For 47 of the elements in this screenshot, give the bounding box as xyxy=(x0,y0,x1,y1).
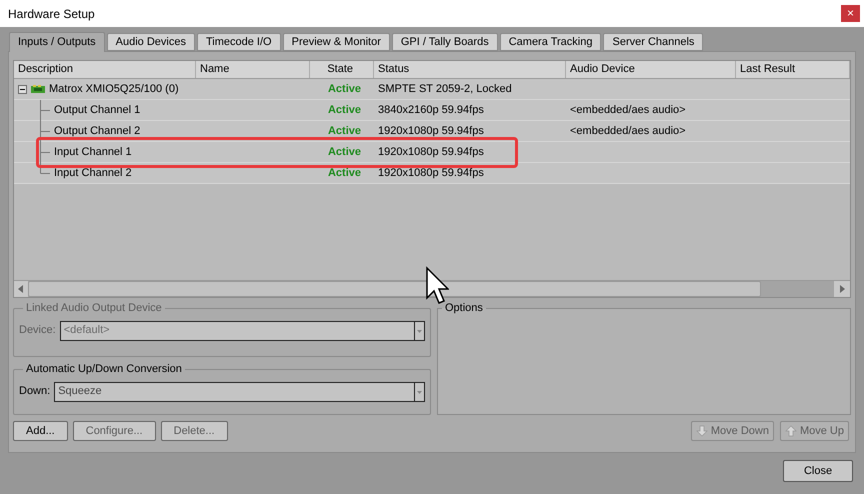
state-text: Active xyxy=(328,82,361,97)
column-header[interactable]: Last Result xyxy=(736,61,850,78)
dropdown-value: Squeeze xyxy=(58,384,103,400)
state-text: Active xyxy=(328,166,361,181)
tab[interactable]: Audio Devices xyxy=(106,33,195,51)
audio-device-text: <embedded/aes audio> xyxy=(570,102,686,118)
channel-name: Input Channel 1 xyxy=(54,144,132,160)
field-label: Device: xyxy=(19,323,56,338)
state-text: Active xyxy=(328,144,361,160)
column-header[interactable]: Audio Device xyxy=(566,61,736,78)
action-button[interactable]: Add... xyxy=(13,421,68,441)
window-title: Hardware Setup xyxy=(8,6,95,22)
tab[interactable]: Preview & Monitor xyxy=(282,33,390,51)
close-dialog-button[interactable]: Close xyxy=(783,460,853,482)
status-text: SMPTE ST 2059-2, Locked xyxy=(378,82,512,97)
tab[interactable]: Timecode I/O xyxy=(196,33,281,51)
column-header[interactable]: State xyxy=(310,61,374,78)
tab[interactable]: Inputs / Outputs xyxy=(9,32,105,52)
table-row[interactable]: Output Channel 1 Active 3840x2160p 59.94fps <embedded/aes audio> xyxy=(14,100,850,121)
group-title: Linked Audio Output Device xyxy=(25,301,163,316)
table-row[interactable]: Input Channel 2 Active 1920x1080p 59.94fps xyxy=(14,163,850,184)
status-text: 1920x1080p 59.94fps xyxy=(378,144,484,160)
table-row[interactable]: Matrox XMIO5Q25/100 (0) Active SMPTE ST 2059-2, Locked xyxy=(14,79,850,100)
channel-name: Output Channel 1 xyxy=(54,102,140,118)
group-title: Automatic Up/Down Conversion xyxy=(25,362,183,377)
status-text: 1920x1080p 59.94fps xyxy=(378,166,484,181)
tab[interactable]: Server Channels xyxy=(603,33,704,51)
column-header[interactable]: Name xyxy=(196,61,310,78)
column-header[interactable]: Status xyxy=(374,61,566,78)
tab[interactable]: Camera Tracking xyxy=(500,33,602,51)
audio-device-text: <embedded/aes audio> xyxy=(570,124,686,139)
channel-name: Input Channel 2 xyxy=(54,166,132,181)
field-label: Down: xyxy=(19,384,50,400)
device-name: Matrox XMIO5Q25/100 (0) xyxy=(49,82,179,97)
dropdown-field[interactable]: Squeeze xyxy=(54,382,425,402)
group-title: Options xyxy=(444,301,484,316)
tab[interactable]: GPI / Tally Boards xyxy=(392,33,498,51)
status-text: 3840x2160p 59.94fps xyxy=(378,102,484,118)
state-text: Active xyxy=(328,124,361,139)
column-header[interactable]: Description xyxy=(14,61,196,78)
table-row[interactable]: Output Channel 2 Active 1920x1080p 59.94fps <embedded/aes audio> xyxy=(14,121,850,142)
channel-name: Output Channel 2 xyxy=(54,124,140,139)
close-button[interactable]: × xyxy=(841,5,860,22)
state-text: Active xyxy=(328,102,361,118)
status-text: 1920x1080p 59.94fps xyxy=(378,124,484,139)
dropdown-value: <default> xyxy=(64,323,111,338)
table-row[interactable]: Input Channel 1 Active 1920x1080p 59.94fps xyxy=(14,142,850,163)
